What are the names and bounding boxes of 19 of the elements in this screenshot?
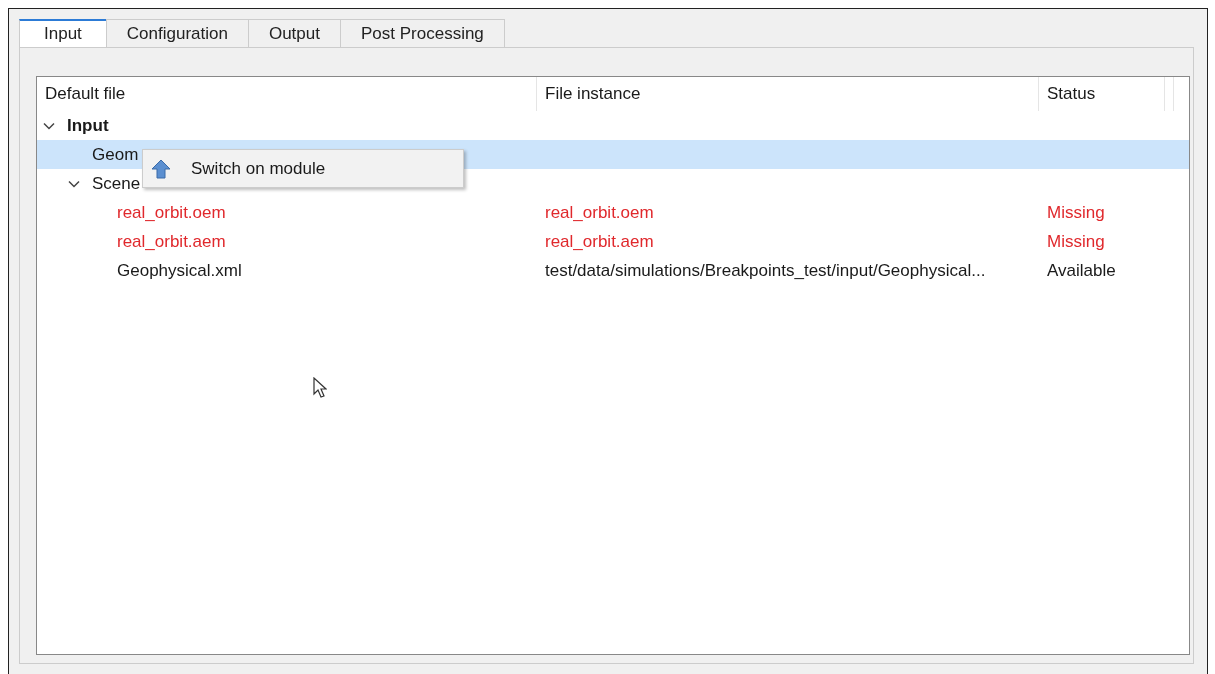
file-name: real_orbit.aem bbox=[117, 231, 226, 252]
file-status: Available bbox=[1047, 260, 1116, 281]
column-header[interactable]: File instance bbox=[537, 77, 1039, 111]
up-arrow-icon bbox=[151, 158, 171, 179]
file-name: Input bbox=[67, 115, 109, 136]
file-name: Geom bbox=[92, 144, 139, 165]
file-name: real_orbit.oem bbox=[117, 202, 226, 223]
file-status: Missing bbox=[1047, 231, 1105, 252]
file-instance: test/data/simulations/Breakpoints_test/input/Geophysical... bbox=[545, 260, 986, 281]
mouse-cursor-icon bbox=[313, 377, 327, 399]
file-instance: real_orbit.aem bbox=[545, 231, 654, 252]
tab[interactable]: Post Processing bbox=[340, 19, 505, 47]
file-instance: real_orbit.oem bbox=[545, 202, 654, 223]
file-name: Geophysical.xml bbox=[117, 260, 242, 281]
file-status: Missing bbox=[1047, 202, 1105, 223]
column-header[interactable]: Default file bbox=[37, 77, 537, 111]
column-header[interactable]: Status bbox=[1039, 77, 1165, 111]
tab[interactable]: Input bbox=[19, 19, 107, 47]
file-name: Scene bbox=[92, 173, 141, 194]
